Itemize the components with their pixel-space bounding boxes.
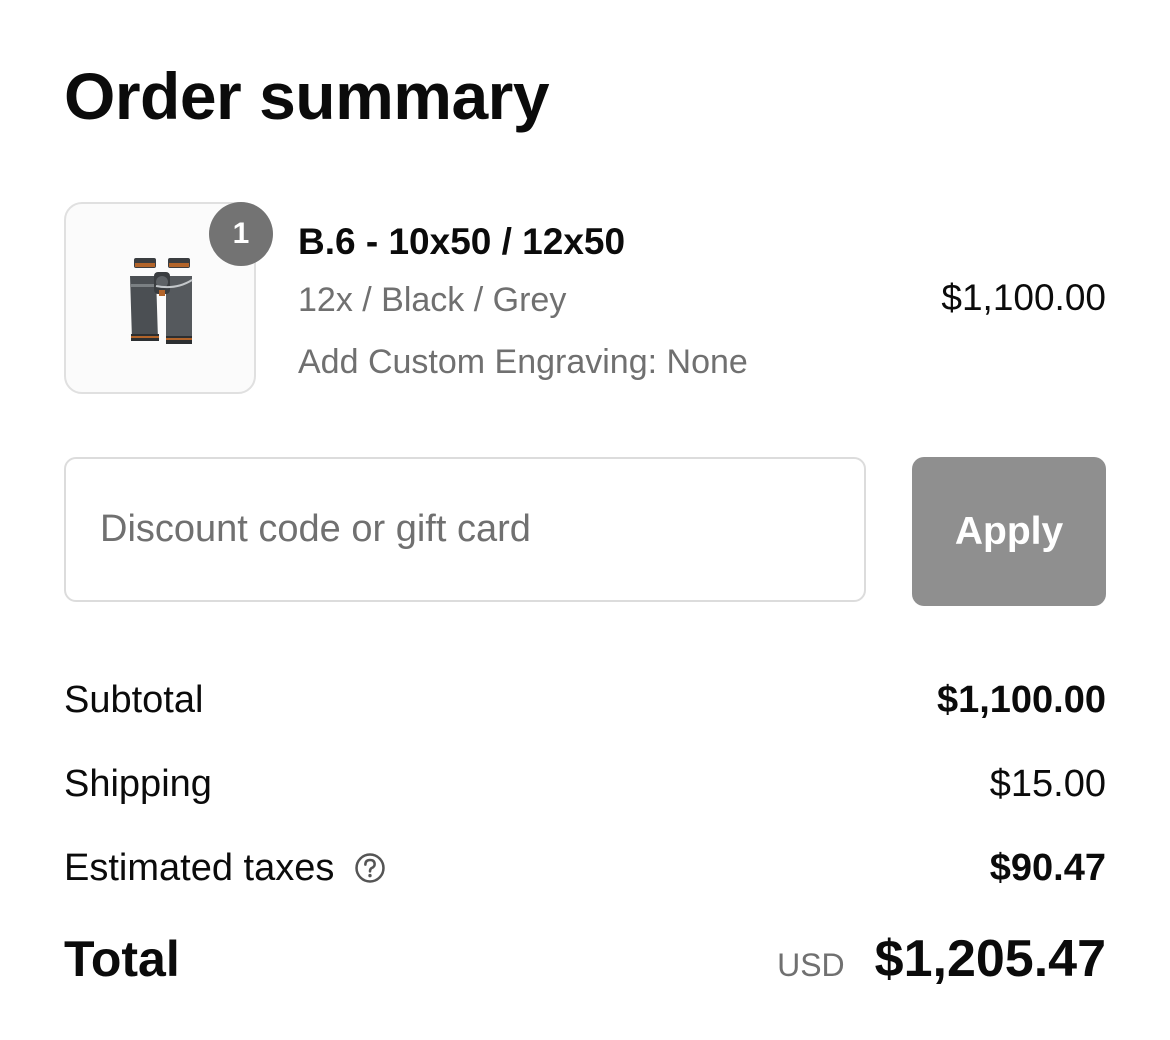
help-icon[interactable] xyxy=(354,852,386,884)
product-variant: 12x / Black / Grey xyxy=(298,281,567,319)
taxes-label: Estimated taxes xyxy=(64,846,335,889)
discount-code-input[interactable] xyxy=(64,457,866,602)
subtotal-value: $1,100.00 xyxy=(936,678,1106,721)
product-thumbnail: 1 xyxy=(64,202,273,394)
quantity-badge: 1 xyxy=(209,202,273,266)
page-title: Order summary xyxy=(64,59,550,133)
taxes-label-group: Estimated taxes xyxy=(64,847,386,890)
total-row: Total USD $1,205.47 xyxy=(64,926,1106,992)
shipping-row: Shipping $15.00 xyxy=(64,760,1106,808)
product-name: B.6 - 10x50 / 12x50 xyxy=(298,221,626,262)
taxes-row: Estimated taxes $90.47 xyxy=(64,844,1106,892)
product-price: $1,100.00 xyxy=(941,277,1106,318)
order-summary-panel: Order summary 1 B.6 - 10x50 / 12x50 12x … xyxy=(0,0,1170,1040)
discount-form: Apply xyxy=(64,457,1106,606)
total-amount-group: USD $1,205.47 xyxy=(777,929,1106,989)
shipping-value: $15.00 xyxy=(989,762,1106,805)
subtotal-row: Subtotal $1,100.00 xyxy=(64,676,1106,724)
product-custom-option: Add Custom Engraving: None xyxy=(298,343,748,381)
apply-discount-button[interactable]: Apply xyxy=(912,457,1106,606)
total-value: $1,205.47 xyxy=(874,930,1106,988)
binoculars-icon xyxy=(130,258,193,344)
line-item: 1 B.6 - 10x50 / 12x50 12x / Black / Grey… xyxy=(64,170,1106,400)
currency-code: USD xyxy=(777,947,845,983)
shipping-label: Shipping xyxy=(64,762,212,805)
subtotal-label: Subtotal xyxy=(64,678,204,721)
taxes-value: $90.47 xyxy=(989,846,1106,889)
total-label: Total xyxy=(64,931,180,987)
